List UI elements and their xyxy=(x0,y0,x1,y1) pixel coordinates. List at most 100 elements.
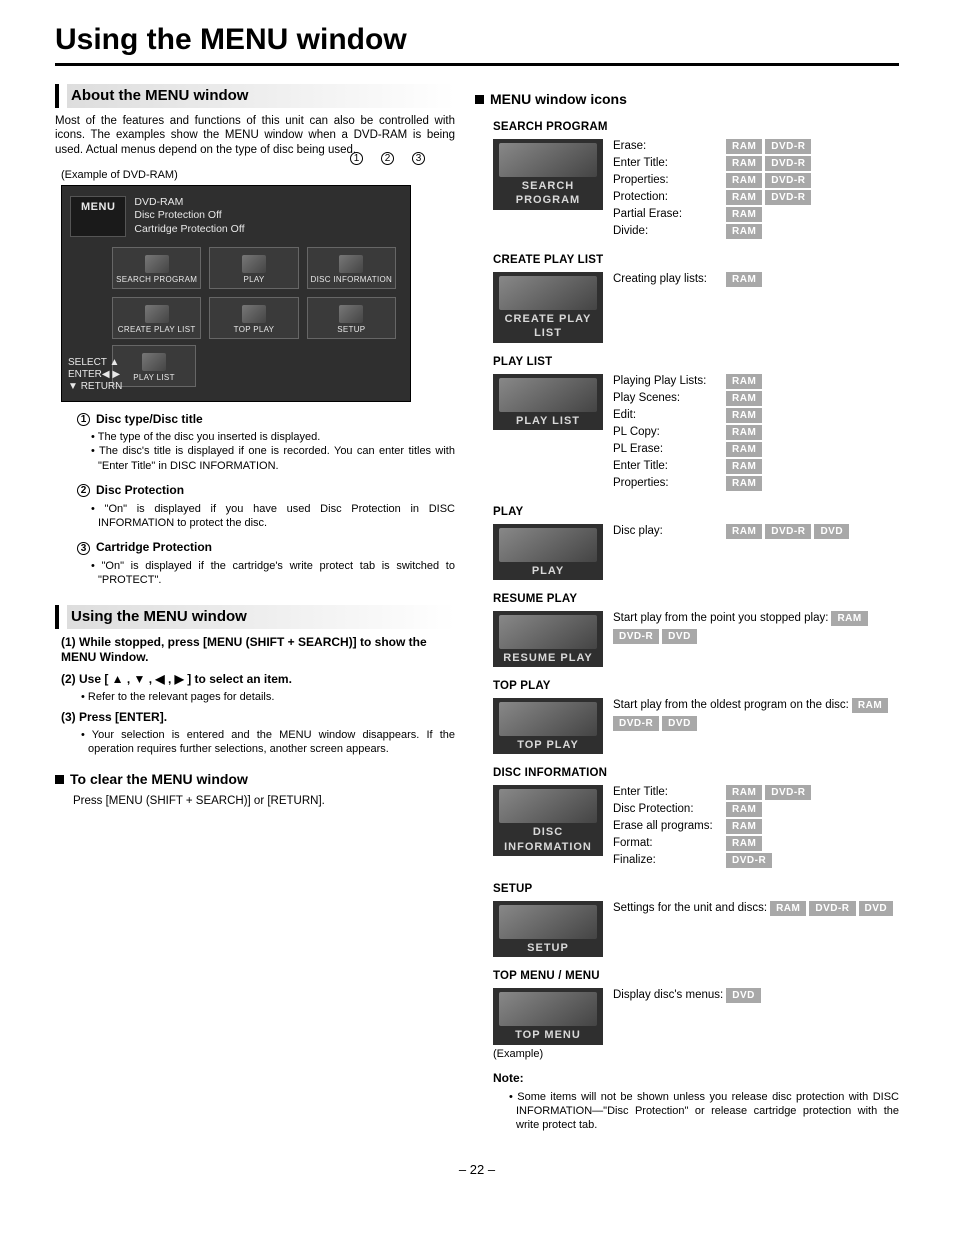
feature-line: Protection:RAMDVD-R xyxy=(613,190,899,205)
format-badge: DVD xyxy=(726,988,761,1003)
feature-label: Enter Title: xyxy=(613,785,723,800)
feature-label: PL Copy: xyxy=(613,425,723,440)
feature-label: Disc Protection: xyxy=(613,802,723,817)
feature-line: Format:RAM xyxy=(613,836,899,851)
format-badge: RAM xyxy=(726,272,762,287)
definition-head: Disc type/Disc title xyxy=(96,412,203,428)
feature-label: Properties: xyxy=(613,476,723,491)
circled-number-icon: 1 xyxy=(77,413,90,426)
square-bullet-icon xyxy=(55,775,64,784)
feature-line: Enter Title:RAMDVD-R xyxy=(613,156,899,171)
format-badge: DVD-R xyxy=(765,524,811,539)
callout-3: 3 xyxy=(412,152,425,165)
format-badge: RAM xyxy=(726,173,762,188)
format-badge: DVD-R xyxy=(765,785,811,800)
callout-2: 2 xyxy=(381,152,394,165)
definition-bullet: The disc's title is displayed if one is … xyxy=(91,444,455,473)
group-title: RESUME PLAY xyxy=(493,592,899,607)
format-badge: DVD-R xyxy=(613,629,659,644)
group-title: PLAY xyxy=(493,505,899,520)
feature-line: Creating play lists:RAM xyxy=(613,272,899,287)
format-badge: RAM xyxy=(726,408,762,423)
menu-info-cartridge-protection: Cartridge Protection Off xyxy=(134,223,244,237)
format-badge: DVD-R xyxy=(765,156,811,171)
feature-line: Erase:RAMDVD-R xyxy=(613,139,899,154)
thumbnail-label: CREATE PLAY LIST xyxy=(495,312,601,341)
feature-label: Play Scenes: xyxy=(613,391,723,406)
format-badge: DVD xyxy=(662,629,697,644)
using-header: Using the MENU window xyxy=(55,605,455,629)
step-sub-bullet: Refer to the relevant pages for details. xyxy=(81,690,455,704)
feature-label: Properties: xyxy=(613,173,723,188)
format-badge: RAM xyxy=(726,785,762,800)
circled-number-icon: 3 xyxy=(77,542,90,555)
menu-info-disc-type: DVD-RAM xyxy=(134,196,244,210)
format-badge: DVD-R xyxy=(765,173,811,188)
format-badge: DVD xyxy=(662,716,697,731)
icons-header: MENU window icons xyxy=(490,90,627,108)
clear-text: Press [MENU (SHIFT + SEARCH)] or [RETURN… xyxy=(73,794,455,809)
thumbnail-label: PLAY LIST xyxy=(495,414,601,428)
left-column: About the MENU window Most of the featur… xyxy=(55,84,455,1132)
feature-line: Enter Title:RAM xyxy=(613,459,899,474)
definition-item: 3Cartridge Protection"On" is displayed i… xyxy=(77,540,455,587)
definition-bullet: "On" is displayed if the cartridge's wri… xyxy=(91,559,455,588)
feature-label: Playing Play Lists: xyxy=(613,374,723,389)
feature-line: Edit:RAM xyxy=(613,408,899,423)
icon-thumbnail: CREATE PLAY LIST xyxy=(493,272,603,343)
format-badge: RAM xyxy=(852,698,888,713)
feature-label: Settings for the unit and discs: xyxy=(613,901,767,916)
tile-create-play-list: CREATE PLAY LIST xyxy=(112,297,201,339)
feature-label: Enter Title: xyxy=(613,156,723,171)
icon-thumbnail: TOP MENU xyxy=(493,988,603,1044)
feature-label: Edit: xyxy=(613,408,723,423)
feature-line: Divide:RAM xyxy=(613,224,899,239)
group-title: CREATE PLAY LIST xyxy=(493,253,899,268)
thumbnail-label: RESUME PLAY xyxy=(495,651,601,665)
menu-enter-label: ENTER xyxy=(68,369,102,380)
format-badge: DVD-R xyxy=(765,190,811,205)
format-badge: RAM xyxy=(726,476,762,491)
feature-line: Partial Erase:RAM xyxy=(613,207,899,222)
feature-label: Display disc's menus: xyxy=(613,988,723,1003)
thumbnail-label: TOP MENU xyxy=(495,1028,601,1042)
group-title: SETUP xyxy=(493,882,899,897)
format-badge: DVD-R xyxy=(613,716,659,731)
clear-header: To clear the MENU window xyxy=(70,770,248,788)
right-column: MENU window icons SEARCH PROGRAMSEARCH P… xyxy=(475,84,899,1132)
format-badge: RAM xyxy=(726,190,762,205)
group-title: DISC INFORMATION xyxy=(493,766,899,781)
format-badge: RAM xyxy=(831,611,867,626)
menu-return-label: RETURN xyxy=(81,381,123,392)
feature-line: Start play from the oldest program on th… xyxy=(613,698,899,731)
format-badge: RAM xyxy=(726,459,762,474)
step: (1) While stopped, press [MENU (SHIFT + … xyxy=(61,635,455,666)
example-label: (Example of DVD-RAM) xyxy=(61,168,455,182)
format-badge: DVD-R xyxy=(726,853,772,868)
menu-select-label: SELECT xyxy=(68,357,107,368)
feature-line: Settings for the unit and discs:RAMDVD-R… xyxy=(613,901,899,916)
feature-label: Erase all programs: xyxy=(613,819,723,834)
format-badge: RAM xyxy=(726,224,762,239)
page-number: – 22 – xyxy=(55,1162,899,1179)
note-body: Some items will not be shown unless you … xyxy=(509,1090,899,1133)
tile-top-play: TOP PLAY xyxy=(209,297,298,339)
icon-thumbnail: SETUP xyxy=(493,901,603,957)
format-badge: RAM xyxy=(726,524,762,539)
format-badge: RAM xyxy=(726,139,762,154)
tile-disc-information: DISC INFORMATION xyxy=(307,247,396,289)
feature-line: Erase all programs:RAM xyxy=(613,819,899,834)
definition-bullet: "On" is displayed if you have used Disc … xyxy=(91,502,455,531)
format-badge: RAM xyxy=(726,819,762,834)
group-title: PLAY LIST xyxy=(493,355,899,370)
circled-number-icon: 2 xyxy=(77,484,90,497)
feature-line: PL Copy:RAM xyxy=(613,425,899,440)
format-badge: DVD-R xyxy=(809,901,855,916)
group-title: TOP PLAY xyxy=(493,679,899,694)
thumbnail-label: TOP PLAY xyxy=(495,738,601,752)
thumbnail-label: SETUP xyxy=(495,941,601,955)
definition-item: 1Disc type/Disc titleThe type of the dis… xyxy=(77,412,455,473)
icon-thumbnail: PLAY xyxy=(493,524,603,580)
menu-example: MENU DVD-RAM Disc Protection Off Cartrid… xyxy=(61,185,411,402)
format-badge: RAM xyxy=(726,207,762,222)
